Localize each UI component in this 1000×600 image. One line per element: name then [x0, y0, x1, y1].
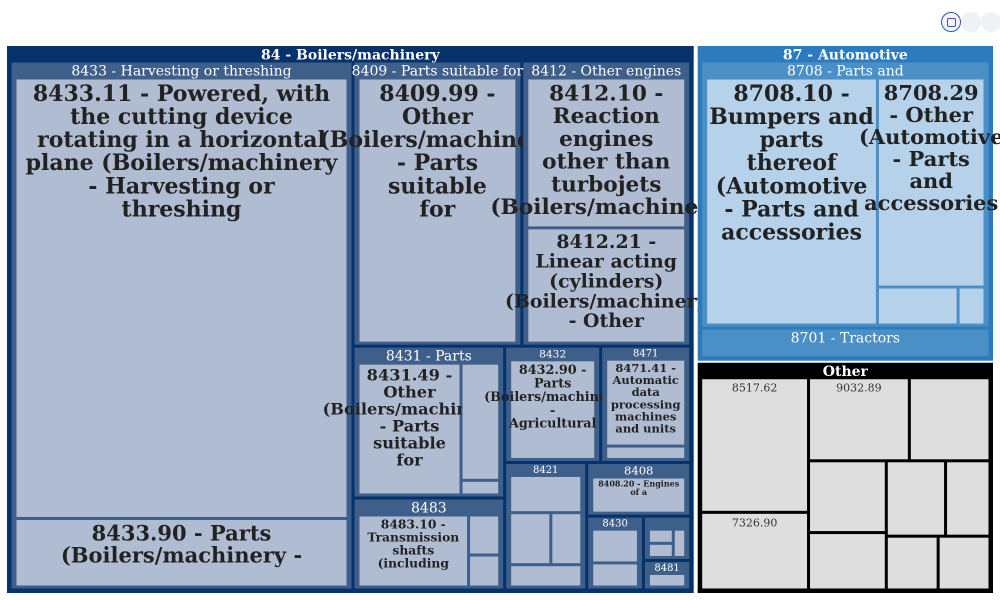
group-0-item-6-leaf-0-label: 8471.41 -Automatic data processing machines…: [611, 361, 681, 435]
group-0-item-0-leaf-1-label: 8433.90 - Parts (Boilers/machinery -: [61, 520, 302, 567]
group-0-item-4-label: 8483: [411, 500, 447, 516]
group-0-label: 84 - Boilers/machinery: [261, 47, 440, 63]
group-0-item-1-label: 8409 - Parts suitable for: [352, 63, 524, 79]
group-0-item-6-leaf-1-rect: [607, 447, 685, 458]
group-0-item-10-leaf-1-rect: [649, 544, 672, 556]
group-0-item-4-leaf-0-label: 8483.10 -Transmission shafts (including: [367, 517, 459, 571]
toolbar-button-3[interactable]: [981, 12, 1000, 32]
group-0-item-7-leaf-3-rect: [511, 566, 581, 586]
group-0-item-11-label: 8481: [654, 563, 679, 574]
group-0-item-3-leaf-2-rect: [462, 481, 499, 494]
toolbar-button-2[interactable]: [961, 12, 981, 32]
group-0-item-4-leaf-2-rect: [470, 556, 499, 586]
group-2-label: Other: [823, 364, 869, 380]
group-0-item-4-leaf-1-rect: [470, 516, 499, 554]
group-0-item-9-leaf-0-rect: [593, 530, 637, 562]
group-2-item-2-label: 9032.89: [836, 382, 882, 395]
group-2-item-7-rect: [947, 462, 989, 535]
group-1-label: 87 - Automotive: [783, 47, 908, 63]
group-0-item-9-leaf-1-rect: [593, 564, 637, 586]
group-2-item-4-rect: [810, 462, 885, 532]
group-0-item-6-label: 8471: [633, 349, 658, 360]
group-0-item-10-leaf-0-rect: [649, 530, 672, 542]
group-1-item-1-label: 8701 - Tractors: [791, 330, 900, 346]
treemap-chart: 84 - Boilers/machinery8433 - Harvesting …: [7, 46, 1000, 593]
group-0-item-7-leaf-2-rect: [552, 514, 581, 564]
group-2-item-1-label: 7326.90: [732, 516, 778, 529]
group-2-item-9-rect: [939, 537, 989, 589]
group-0-item-7-leaf-1-rect: [511, 514, 550, 564]
group-0-item-2-label: 8412 - Other engines: [531, 63, 681, 79]
group-0-item-5-label: 8432: [539, 347, 566, 360]
chart-toolbar: [941, 12, 1000, 32]
home-icon: [946, 17, 956, 27]
group-2-item-3-rect: [910, 379, 989, 460]
group-0-item-10-leaf-2-rect: [674, 530, 685, 556]
group-0-item-8-label: 8408: [624, 463, 653, 477]
group-1-item-0-leaf-3-rect: [959, 288, 984, 324]
group-2-item-6-rect: [887, 462, 945, 535]
reset-zoom-button[interactable]: [941, 12, 961, 32]
group-0-item-7-label: 8421: [533, 465, 558, 476]
group-0-item-7-leaf-0-rect: [511, 476, 581, 512]
group-0-item-0-label: 8433 - Harvesting or threshing: [71, 63, 291, 79]
group-1-item-0-label: 8708 - Parts and: [787, 63, 904, 79]
group-0-item-9-label: 8430: [602, 519, 627, 530]
group-0-item-11-leaf-0-rect: [649, 574, 685, 586]
group-2-item-0-label: 8517.62: [732, 382, 778, 395]
group-0-item-3-label: 8431 - Parts: [386, 348, 472, 364]
group-0-item-3-leaf-1-rect: [462, 364, 499, 479]
group-2-item-8-rect: [887, 537, 937, 589]
group-2-item-0-rect: [702, 379, 808, 511]
group-1-item-0-leaf-2-rect: [878, 288, 957, 324]
group-2-item-5-rect: [810, 534, 885, 589]
